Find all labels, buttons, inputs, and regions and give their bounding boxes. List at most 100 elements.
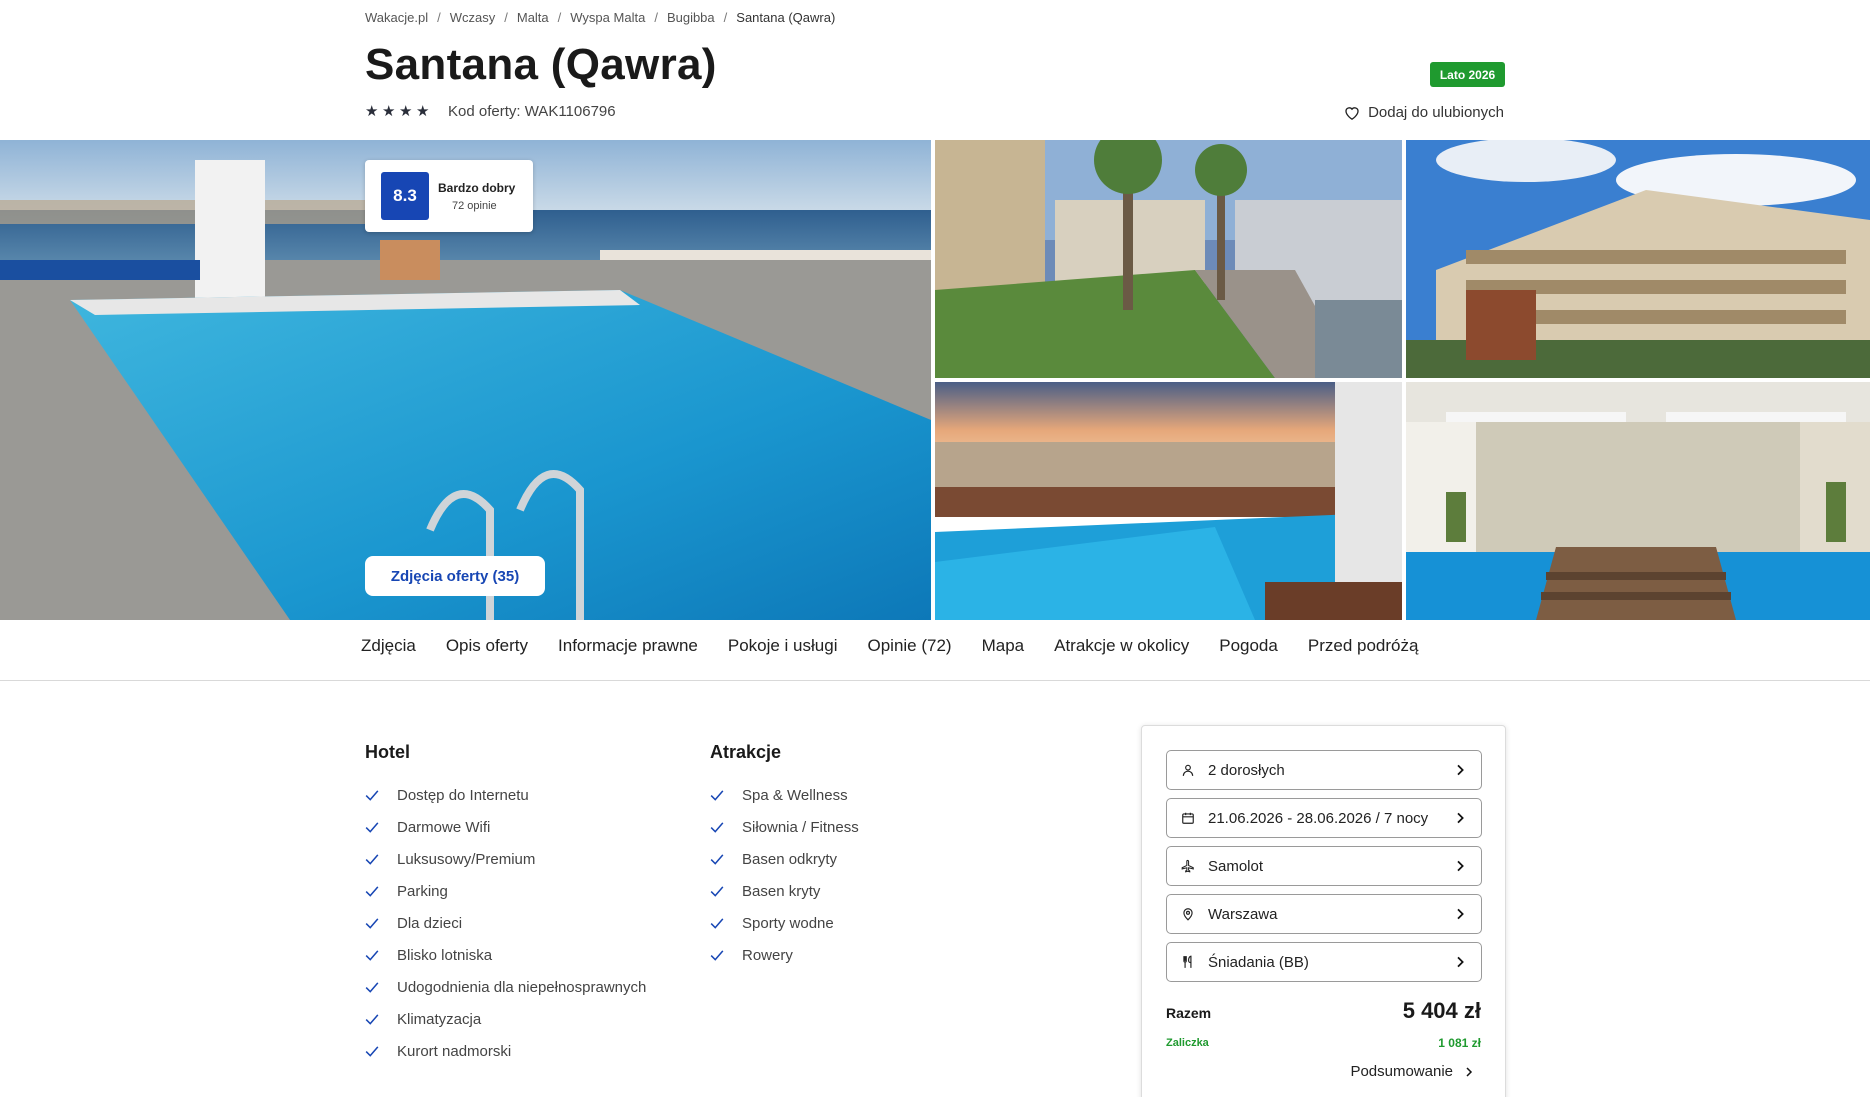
hotel-stars: ★ ★ ★ ★ (365, 104, 431, 119)
amenity-hotel-item-label: Parking (397, 882, 448, 900)
summary-button[interactable]: Podsumowanie (1350, 1063, 1475, 1080)
transport-selector[interactable]: Samolot (1166, 846, 1482, 886)
breadcrumb-item-wczasy[interactable]: Wczasy (450, 10, 496, 25)
amenity-hotel-item-label: Darmowe Wifi (397, 818, 491, 836)
heart-icon (1345, 107, 1359, 120)
add-to-favorites-button[interactable]: Dodaj do ulubionych (1344, 104, 1504, 121)
gallery-photo-promenade[interactable] (935, 140, 1402, 378)
amenity-hotel-item-label: Kurort nadmorski (397, 1042, 512, 1060)
star-icon: ★ (365, 103, 379, 120)
view-photos-button[interactable]: Zdjęcia oferty (35) (365, 556, 545, 596)
breadcrumb-item-wyspa-malta[interactable]: Wyspa Malta (570, 10, 645, 25)
chevron-right-icon (1466, 1066, 1473, 1077)
tab-przed-podroza[interactable]: Przed podróżą (1308, 636, 1419, 656)
amenity-hotel-item: Udogodnienia dla niepełnosprawnych (365, 971, 646, 1003)
chevron-right-icon (1457, 860, 1464, 872)
chevron-right-icon (1457, 956, 1464, 968)
tab-mapa[interactable]: Mapa (982, 636, 1025, 656)
amenities-attractions-title: Atrakcje (710, 742, 782, 762)
amenity-attraction-item: Sporty wodne (710, 907, 859, 939)
chevron-right-icon (1457, 812, 1464, 824)
tab-pokoje-i-uslugi[interactable]: Pokoje i usługi (728, 636, 838, 656)
breadcrumb: Wakacje.pl / Wczasy / Malta / Wyspa Malta / … (365, 10, 836, 25)
breadcrumb-item-bugibba[interactable]: Bugibba (667, 10, 715, 25)
total-price: 5 404 zł (1402, 998, 1481, 1023)
breadcrumb-item-current: Santana (Qawra) (736, 10, 836, 25)
travelers-selector[interactable]: 2 dorosłych (1166, 750, 1482, 790)
checkmark-icon (365, 1043, 381, 1059)
cutlery-icon (1180, 954, 1196, 970)
dates-value: 21.06.2026 - 28.06.2026 / 7 nocy (1208, 809, 1429, 827)
board-selector[interactable]: Śniadania (BB) (1166, 942, 1482, 982)
calendar-icon (1180, 810, 1196, 826)
board-value: Śniadania (BB) (1208, 953, 1309, 971)
breadcrumb-item-malta[interactable]: Malta (517, 10, 549, 25)
amenity-attraction-item-label: Spa & Wellness (742, 786, 848, 804)
amenity-hotel-item-label: Dla dzieci (397, 914, 463, 932)
checkmark-icon (365, 947, 381, 963)
season-badge: Lato 2026 (1430, 62, 1505, 87)
chevron-right-icon (1457, 764, 1464, 776)
checkmark-icon (365, 883, 381, 899)
rating-reviews-count: 72 opinie (452, 199, 497, 212)
total-label: Razem (1166, 1005, 1212, 1021)
amenity-hotel-item: Darmowe Wifi (365, 811, 646, 843)
travelers-value: 2 dorosłych (1208, 761, 1285, 779)
checkmark-icon (710, 787, 726, 803)
amenities-attractions: Atrakcje Spa & Wellness Siłownia / Fitnes… (710, 742, 859, 971)
amenity-hotel-item-label: Klimatyzacja (397, 1010, 482, 1028)
gallery-photo-facade[interactable] (1406, 140, 1870, 378)
tab-zdjecia[interactable]: Zdjęcia (361, 636, 416, 656)
checkmark-icon (365, 979, 381, 995)
tab-opinie[interactable]: Opinie (72) (867, 636, 951, 656)
checkmark-icon (365, 1011, 381, 1027)
amenity-hotel-item: Dostęp do Internetu (365, 779, 646, 811)
checkmark-icon (365, 915, 381, 931)
plane-icon (1180, 858, 1196, 874)
amenity-hotel-item: Blisko lotniska (365, 939, 646, 971)
amenity-attraction-item-label: Basen odkryty (742, 850, 838, 868)
amenities-attractions-list: Spa & Wellness Siłownia / Fitness Basen od… (710, 779, 859, 971)
amenity-hotel-item-label: Blisko lotniska (397, 946, 493, 964)
amenities-hotel-title: Hotel (365, 742, 410, 762)
gallery-photo-sunset-pool[interactable] (935, 382, 1402, 620)
amenity-hotel-item: Dla dzieci (365, 907, 646, 939)
person-icon (1180, 762, 1196, 778)
star-icon: ★ (399, 103, 413, 120)
amenity-attraction-item: Basen kryty (710, 875, 859, 907)
rating-card[interactable]: 8.3 Bardzo dobry 72 opinie (365, 160, 533, 232)
checkmark-icon (710, 915, 726, 931)
departure-selector[interactable]: Warszawa (1166, 894, 1482, 934)
breadcrumb-item-home[interactable]: Wakacje.pl (365, 10, 428, 25)
amenities-hotel: Hotel Dostęp do Internetu Darmowe Wifi Luk… (365, 742, 646, 1067)
rating-score: 8.3 (381, 172, 429, 220)
amenity-hotel-item: Kurort nadmorski (365, 1035, 646, 1067)
chevron-right-icon (1457, 908, 1464, 920)
amenity-attraction-item: Rowery (710, 939, 859, 971)
deposit-price: 1 081 zł (1438, 1036, 1481, 1050)
gallery-photo-indoor-pool[interactable] (1406, 382, 1870, 620)
section-tabs: Zdjęcia Opis oferty Informacje prawne Po… (361, 636, 1448, 656)
offer-code: Kod oferty: WAK1106796 (448, 103, 616, 120)
checkmark-icon (365, 851, 381, 867)
checkmark-icon (710, 851, 726, 867)
tab-pogoda[interactable]: Pogoda (1219, 636, 1278, 656)
amenity-attraction-item-label: Basen kryty (742, 882, 821, 900)
transport-value: Samolot (1208, 857, 1264, 875)
deposit-label: Zaliczka (1166, 1037, 1209, 1049)
add-to-favorites-label: Dodaj do ulubionych (1368, 104, 1504, 121)
tab-opis-oferty[interactable]: Opis oferty (446, 636, 528, 656)
amenity-attraction-item: Basen odkryty (710, 843, 859, 875)
hotel-meta-row: ★ ★ ★ ★ Kod oferty: WAK1106796 (365, 103, 616, 120)
tab-atrakcje-w-okolicy[interactable]: Atrakcje w okolicy (1054, 636, 1189, 656)
amenities-hotel-list: Dostęp do Internetu Darmowe Wifi Luksusowy… (365, 779, 646, 1067)
star-icon: ★ (416, 103, 430, 120)
booking-panel: 2 dorosłych 21.06.2026 - 28.06.2026 / 7 … (1141, 725, 1506, 1097)
amenity-hotel-item-label: Udogodnienia dla niepełnosprawnych (397, 978, 647, 996)
dates-selector[interactable]: 21.06.2026 - 28.06.2026 / 7 nocy (1166, 798, 1482, 838)
checkmark-icon (710, 883, 726, 899)
checkmark-icon (365, 819, 381, 835)
page-title: Santana (Qawra) (365, 40, 717, 89)
checkmark-icon (365, 787, 381, 803)
tab-informacje-prawne[interactable]: Informacje prawne (558, 636, 698, 656)
